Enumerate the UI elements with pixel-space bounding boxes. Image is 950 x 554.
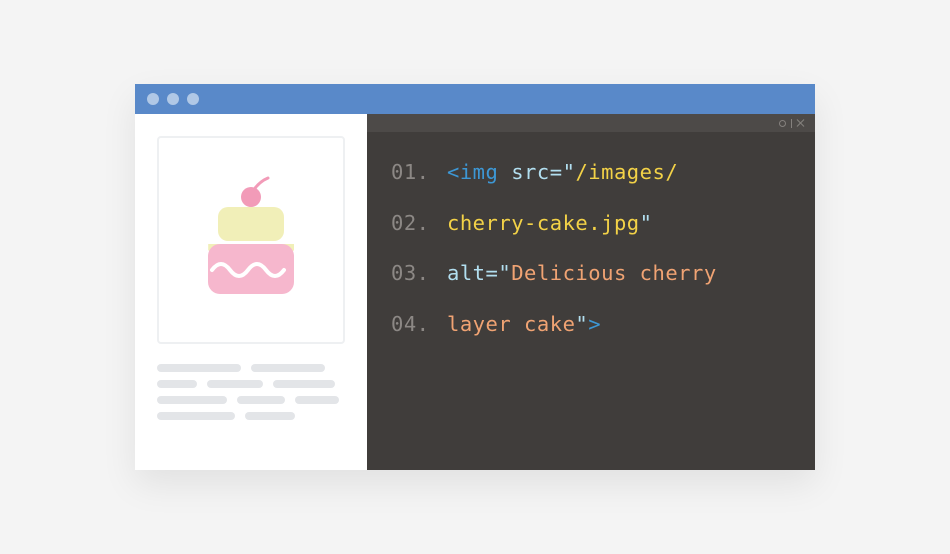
line-number: 01. [391,160,447,185]
line-number: 03. [391,261,447,286]
cherry-cake-icon [186,170,316,310]
code-token: " [498,261,511,285]
window-body: 01.<img src="/images/02.cherry-cake.jpg"… [135,114,815,470]
image-preview-card [157,136,345,344]
window-dot-minimize[interactable] [167,93,179,105]
preview-pane [135,114,367,470]
code-token: > [588,312,601,336]
code-token: <img [447,160,511,184]
window-dot-close[interactable] [147,93,159,105]
code-token: " [563,160,576,184]
browser-window: 01.<img src="/images/02.cherry-cake.jpg"… [135,84,815,470]
code-pane-titlebar [367,114,815,132]
code-token: src= [511,160,562,184]
line-number: 04. [391,312,447,337]
code-block: 01.<img src="/images/02.cherry-cake.jpg"… [367,132,815,470]
code-content: alt="Delicious cherry [447,261,717,286]
code-line: 04.layer cake"> [391,312,793,337]
code-content: layer cake"> [447,312,601,337]
line-number: 02. [391,211,447,236]
pane-control-close-icon[interactable] [797,119,805,127]
window-dot-zoom[interactable] [187,93,199,105]
code-line: 02.cherry-cake.jpg" [391,211,793,236]
code-token: " [575,312,588,336]
code-token: /images/ [575,160,678,184]
code-line: 01.<img src="/images/ [391,160,793,185]
code-content: <img src="/images/ [447,160,678,185]
pane-control-divider-icon [791,119,792,128]
code-token: Delicious cherry [511,261,716,285]
code-line: 03.alt="Delicious cherry [391,261,793,286]
code-token: alt= [447,261,498,285]
code-pane: 01.<img src="/images/02.cherry-cake.jpg"… [367,114,815,470]
code-token: cherry-cake.jpg [447,211,640,235]
text-placeholder-lines [157,364,345,420]
code-content: cherry-cake.jpg" [447,211,652,236]
code-token: " [640,211,653,235]
browser-titlebar [135,84,815,114]
code-token: layer cake [447,312,575,336]
pane-control-circle-icon[interactable] [779,120,786,127]
